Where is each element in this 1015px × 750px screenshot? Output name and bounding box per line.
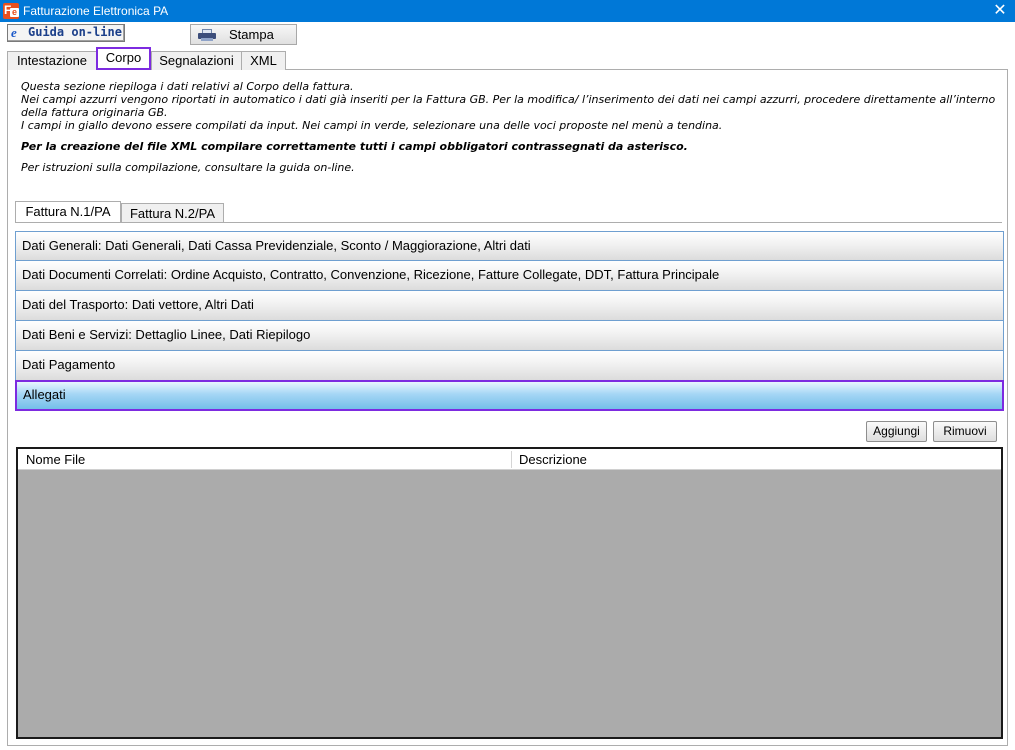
attachments-table[interactable]: Nome File Descrizione — [16, 447, 1003, 739]
tab-intestazione[interactable]: Intestazione — [7, 51, 97, 70]
section-dati-documenti-correlati[interactable]: Dati Documenti Correlati: Ordine Acquist… — [15, 261, 1004, 291]
close-icon: ✕ — [993, 2, 1007, 19]
section-dati-trasporto[interactable]: Dati del Trasporto: Dati vettore, Altri … — [15, 291, 1004, 321]
app-icon: Fe — [3, 3, 19, 19]
section-dati-beni-servizi[interactable]: Dati Beni e Servizi: Dettaglio Linee, Da… — [15, 321, 1004, 351]
info-guide-line: Per istruzioni sulla compilazione, consu… — [21, 161, 355, 174]
info-line-2: Nei campi azzurri vengono riportati in a… — [21, 93, 996, 119]
close-button[interactable]: ✕ — [985, 0, 1015, 22]
internet-explorer-icon: e — [11, 25, 17, 40]
column-header-descrizione[interactable]: Descrizione — [511, 449, 1001, 470]
tab-fattura-1[interactable]: Fattura N.1/PA — [15, 201, 121, 223]
window-title: Fatturazione Elettronica PA — [23, 4, 169, 18]
info-line-3: I campi in giallo devono essere compilat… — [21, 119, 723, 132]
rimuovi-button[interactable]: Rimuovi — [933, 421, 997, 442]
guida-online-label: Guida on-line — [28, 25, 122, 39]
aggiungi-button[interactable]: Aggiungi — [866, 421, 927, 442]
section-dati-pagamento[interactable]: Dati Pagamento — [15, 351, 1004, 381]
table-header: Nome File Descrizione — [18, 449, 1001, 470]
stampa-label: Stampa — [229, 27, 274, 42]
tab-fattura-2[interactable]: Fattura N.2/PA — [121, 203, 224, 223]
info-text: Questa sezione riepiloga i dati relativi… — [21, 80, 1001, 174]
info-line-1: Questa sezione riepiloga i dati relativi… — [21, 80, 354, 93]
info-bold-line: Per la creazione del file XML compilare … — [21, 140, 688, 153]
column-header-nome-file[interactable]: Nome File — [18, 449, 511, 470]
title-bar: Fe Fatturazione Elettronica PA ✕ — [0, 0, 1015, 22]
tab-divider — [15, 222, 1002, 223]
stampa-button[interactable]: Stampa — [190, 24, 297, 45]
guida-online-button[interactable]: e Guida on-line — [7, 24, 125, 42]
tab-xml[interactable]: XML — [241, 51, 286, 70]
section-dati-generali[interactable]: Dati Generali: Dati Generali, Dati Cassa… — [15, 231, 1004, 261]
tab-segnalazioni[interactable]: Segnalazioni — [151, 51, 242, 70]
tab-corpo[interactable]: Corpo — [96, 47, 151, 70]
section-allegati[interactable]: Allegati — [15, 380, 1004, 411]
printer-icon — [198, 29, 216, 41]
